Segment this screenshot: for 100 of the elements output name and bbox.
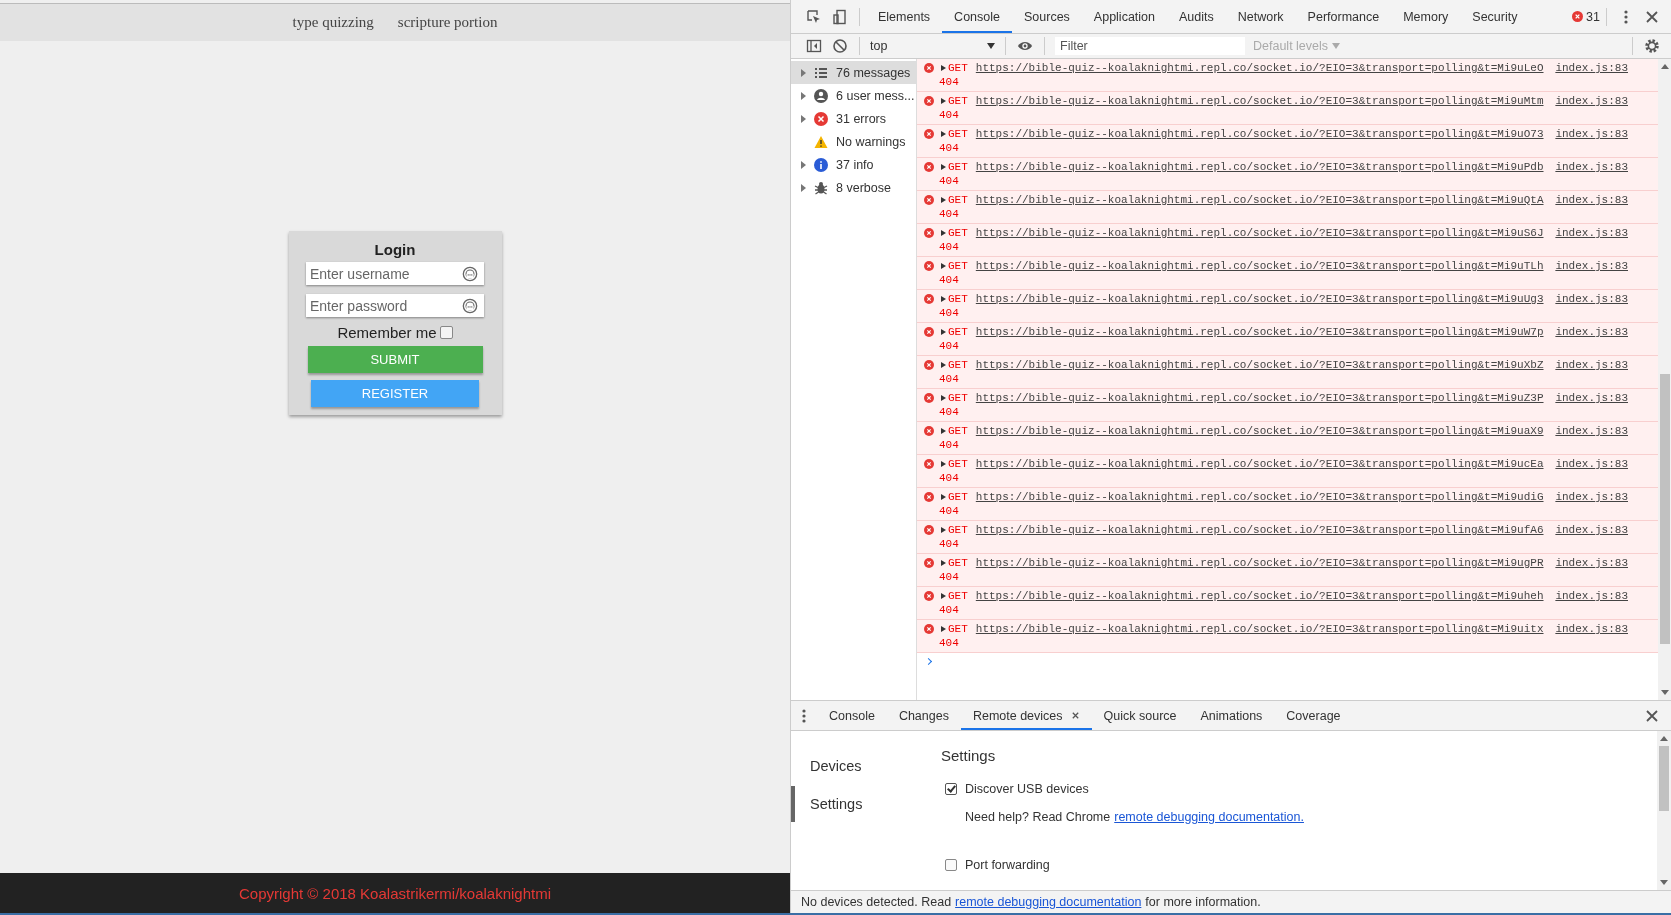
sidebar-item[interactable]: 76 messages (791, 61, 916, 84)
expand-arrow-icon[interactable] (941, 428, 946, 434)
sidebar-item[interactable]: 37 info (791, 153, 916, 176)
expand-arrow-icon[interactable] (941, 131, 946, 137)
request-url-link[interactable]: https://bible-quiz--koalaknightmi.repl.co/socket.io/?EIO=3&transport=polling&t=Mi9uZ3P (975, 392, 1544, 404)
source-link[interactable]: index.js:83 (1555, 590, 1628, 602)
request-url-link[interactable]: https://bible-quiz--koalaknightmi.repl.co/socket.io/?EIO=3&transport=polling&t=Mi9uXbZ (975, 359, 1544, 371)
scrollbar[interactable] (1657, 731, 1671, 890)
request-url-link[interactable]: https://bible-quiz--koalaknightmi.repl.co/socket.io/?EIO=3&transport=polling&t=Mi9uPdb (975, 161, 1544, 173)
settings-icon[interactable] (1644, 38, 1660, 54)
source-link[interactable]: index.js:83 (1555, 491, 1628, 503)
devtools-tab[interactable]: Audits (1167, 0, 1226, 33)
request-url-link[interactable]: https://bible-quiz--koalaknightmi.repl.co/socket.io/?EIO=3&transport=polling&t=Mi9uMtm (975, 95, 1544, 107)
close-icon[interactable] (1644, 8, 1660, 25)
inspect-icon[interactable] (806, 8, 822, 25)
username-field[interactable]: Enter username (306, 262, 484, 285)
expand-arrow-icon[interactable] (941, 527, 946, 533)
source-link[interactable]: index.js:83 (1555, 161, 1628, 173)
expand-arrow-icon[interactable] (941, 197, 946, 203)
devtools-tab[interactable]: Security (1460, 0, 1530, 33)
expand-arrow-icon[interactable] (941, 362, 946, 368)
expand-arrow-icon[interactable] (941, 164, 946, 170)
source-link[interactable]: index.js:83 (1555, 260, 1628, 272)
devtools-tab[interactable]: Network (1225, 0, 1296, 33)
close-tab-icon[interactable] (1070, 711, 1080, 720)
devtools-tab[interactable]: Memory (1391, 0, 1461, 33)
drawer-tab[interactable]: Quick source (1091, 701, 1189, 730)
source-link[interactable]: index.js:83 (1555, 128, 1628, 140)
port-forwarding-checkbox[interactable] (945, 859, 957, 871)
request-url-link[interactable]: https://bible-quiz--koalaknightmi.repl.co/socket.io/?EIO=3&transport=polling&t=Mi9ufA6 (975, 524, 1544, 536)
documentation-link[interactable]: remote debugging documentation. (1114, 810, 1304, 824)
request-url-link[interactable]: https://bible-quiz--koalaknightmi.repl.co/socket.io/?EIO=3&transport=polling&t=Mi9uQtA (975, 194, 1544, 206)
more-options-icon[interactable] (1623, 8, 1629, 25)
source-link[interactable]: index.js:83 (1555, 227, 1628, 239)
source-link[interactable]: index.js:83 (1555, 557, 1628, 569)
devtools-tab[interactable]: Application (1081, 0, 1167, 33)
expand-arrow-icon[interactable] (941, 296, 946, 302)
source-link[interactable]: index.js:83 (1555, 458, 1628, 470)
expand-arrow-icon[interactable] (941, 626, 946, 632)
request-url-link[interactable]: https://bible-quiz--koalaknightmi.repl.co/socket.io/?EIO=3&transport=polling&t=Mi9uW7p (975, 326, 1544, 338)
request-url-link[interactable]: https://bible-quiz--koalaknightmi.repl.co/socket.io/?EIO=3&transport=polling&t=Mi9uaX9 (975, 425, 1544, 437)
error-count[interactable]: 31 (1572, 9, 1600, 24)
request-url-link[interactable]: https://bible-quiz--koalaknightmi.repl.co/socket.io/?EIO=3&transport=polling&t=Mi9uLeO (975, 62, 1544, 74)
request-url-link[interactable]: https://bible-quiz--koalaknightmi.repl.co/socket.io/?EIO=3&transport=polling&t=Mi9uUg3 (975, 293, 1544, 305)
source-link[interactable]: index.js:83 (1555, 524, 1628, 536)
drawer-tab[interactable]: Coverage (1274, 701, 1353, 730)
request-url-link[interactable]: https://bible-quiz--koalaknightmi.repl.co/socket.io/?EIO=3&transport=polling&t=Mi9udiG (975, 491, 1544, 503)
context-select[interactable]: top (866, 39, 999, 53)
expand-arrow-icon[interactable] (941, 461, 946, 467)
filter-field[interactable]: Filter (1055, 37, 1245, 55)
key-manager-icon[interactable] (462, 298, 478, 314)
expand-arrow-icon[interactable] (941, 560, 946, 566)
devtools-tab[interactable]: Performance (1295, 0, 1392, 33)
nav-link[interactable]: type quizzing (292, 14, 374, 31)
expand-arrow-icon[interactable] (941, 395, 946, 401)
source-link[interactable]: index.js:83 (1555, 293, 1628, 305)
devtools-tab[interactable]: Sources (1012, 0, 1082, 33)
source-link[interactable]: index.js:83 (1555, 623, 1628, 635)
request-url-link[interactable]: https://bible-quiz--koalaknightmi.repl.co/socket.io/?EIO=3&transport=polling&t=Mi9uTLh (975, 260, 1544, 272)
settings-nav-item[interactable]: Devices (791, 748, 941, 784)
source-link[interactable]: index.js:83 (1555, 425, 1628, 437)
discover-usb-checkbox[interactable] (945, 783, 957, 795)
sidebar-item[interactable]: 8 verbose (791, 176, 916, 199)
documentation-link[interactable]: remote debugging documentation (955, 895, 1142, 909)
sidebar-item[interactable]: No warnings (791, 130, 916, 153)
nav-link[interactable]: scripture portion (397, 14, 498, 31)
devtools-tab[interactable]: Elements (866, 0, 943, 33)
password-field[interactable]: Enter password (306, 294, 484, 317)
source-link[interactable]: index.js:83 (1555, 326, 1628, 338)
source-link[interactable]: index.js:83 (1555, 62, 1628, 74)
drawer-tab[interactable]: Console (817, 701, 887, 730)
source-link[interactable]: index.js:83 (1555, 359, 1628, 371)
drawer-tab[interactable]: Changes (886, 701, 961, 730)
scrollbar[interactable] (1658, 59, 1671, 700)
source-link[interactable]: index.js:83 (1555, 392, 1628, 404)
sidebar-item[interactable]: 6 user mess... (791, 84, 916, 107)
request-url-link[interactable]: https://bible-quiz--koalaknightmi.repl.co/socket.io/?EIO=3&transport=polling&t=Mi9uS6J (975, 227, 1544, 239)
settings-nav-item[interactable]: Settings (791, 786, 941, 822)
expand-arrow-icon[interactable] (941, 65, 946, 71)
request-url-link[interactable]: https://bible-quiz--koalaknightmi.repl.co/socket.io/?EIO=3&transport=polling&t=Mi9uheh (975, 590, 1544, 602)
remember-checkbox[interactable] (439, 326, 453, 339)
clear-console-icon[interactable] (832, 38, 848, 54)
sidebar-toggle-icon[interactable] (806, 38, 822, 54)
expand-arrow-icon[interactable] (941, 494, 946, 500)
more-tabs-icon[interactable] (801, 707, 807, 724)
expand-arrow-icon[interactable] (941, 329, 946, 335)
expand-arrow-icon[interactable] (941, 98, 946, 104)
request-url-link[interactable]: https://bible-quiz--koalaknightmi.repl.co/socket.io/?EIO=3&transport=polling&t=Mi9ucEa (975, 458, 1544, 470)
request-url-link[interactable]: https://bible-quiz--koalaknightmi.repl.co/socket.io/?EIO=3&transport=polling&t=Mi9ugPR (975, 557, 1544, 569)
source-link[interactable]: index.js:83 (1555, 194, 1628, 206)
request-url-link[interactable]: https://bible-quiz--koalaknightmi.repl.co/socket.io/?EIO=3&transport=polling&t=Mi9uO73 (975, 128, 1544, 140)
drawer-tab[interactable]: Animations (1188, 701, 1275, 730)
key-manager-icon[interactable] (462, 266, 478, 282)
expand-arrow-icon[interactable] (941, 263, 946, 269)
device-icon[interactable] (832, 8, 848, 25)
request-url-link[interactable]: https://bible-quiz--koalaknightmi.repl.co/socket.io/?EIO=3&transport=polling&t=Mi9uitx (975, 623, 1544, 635)
source-link[interactable]: index.js:83 (1555, 95, 1628, 107)
expand-arrow-icon[interactable] (941, 593, 946, 599)
expand-arrow-icon[interactable] (941, 230, 946, 236)
close-drawer-icon[interactable] (1644, 707, 1660, 724)
